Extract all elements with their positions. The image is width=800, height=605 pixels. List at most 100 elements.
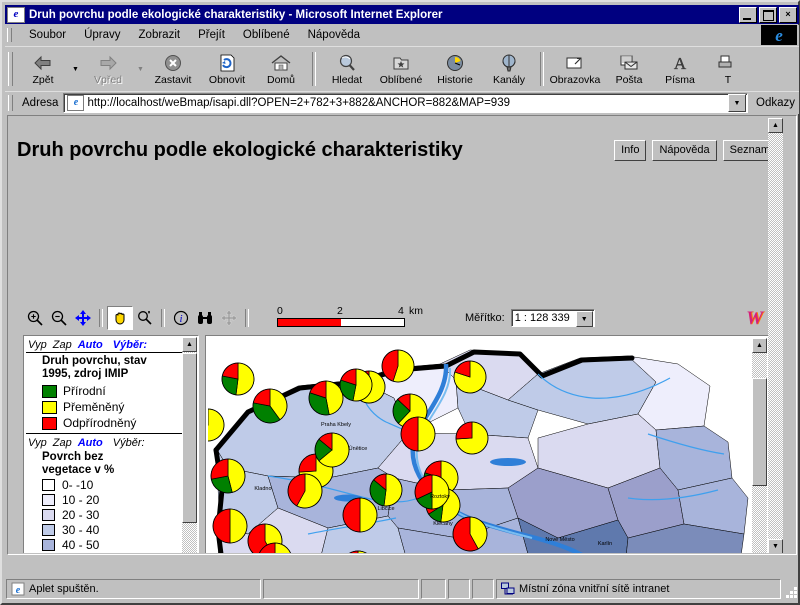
page-scroll-up-button[interactable]: ▲: [768, 118, 783, 133]
legend-on-toggle[interactable]: Zap: [53, 339, 72, 351]
find-tool[interactable]: [193, 307, 217, 329]
toolbar-grip[interactable]: [8, 52, 13, 86]
scale-value: 1 : 128 339: [514, 312, 570, 324]
status-cell-3: [421, 579, 446, 599]
legend-label-30-40: 30 - 40: [62, 523, 100, 537]
toolbar-print-button[interactable]: T: [704, 49, 752, 89]
status-applet-cell: e Aplet spuštěn.: [6, 579, 261, 599]
address-label: Adresa: [22, 97, 59, 109]
legend-scroll-thumb[interactable]: [182, 353, 197, 523]
legend-scroll-up-button[interactable]: ▲: [182, 337, 197, 352]
status-zone-cell: Místní zóna vnitřní sítě intranet: [496, 579, 781, 599]
toolbar-refresh-button[interactable]: Obnovit: [200, 49, 254, 89]
toolbar-mail-button[interactable]: Pošta: [602, 49, 656, 89]
legend2-off-toggle[interactable]: Vyp: [28, 437, 47, 449]
address-input[interactable]: e http://localhost/weBmap/isapi.dll?OPEN…: [63, 93, 748, 113]
info-button[interactable]: Info: [614, 139, 647, 161]
pan-tool[interactable]: [71, 307, 95, 329]
network-zone-icon: [501, 582, 515, 596]
toolbar-fullscreen-button[interactable]: Obrazovka: [548, 49, 602, 89]
legend-panel: Vyp Zap Auto Výběr: Druh povrchu, stav 1…: [23, 335, 199, 553]
menu-item-napoveda[interactable]: Nápověda: [299, 27, 369, 43]
legend-content: Vyp Zap Auto Výběr: Druh povrchu, stav 1…: [26, 338, 184, 553]
refresh-icon: [216, 53, 238, 73]
fullscreen-icon: [564, 53, 586, 73]
minimize-button[interactable]: [739, 6, 757, 23]
legend2-auto-toggle[interactable]: Auto: [78, 437, 103, 449]
toolbar-history-button[interactable]: Historie: [428, 49, 482, 89]
forward-dropdown-arrow-icon[interactable]: ▼: [135, 49, 146, 89]
toolbar-stop-button[interactable]: Zastavit: [146, 49, 200, 89]
svg-text:Kladno: Kladno: [254, 486, 271, 492]
menu-item-upravy[interactable]: Úpravy: [75, 27, 129, 43]
menu-item-prejit[interactable]: Přejít: [189, 27, 234, 43]
menu-bar: Soubor Úpravy Zobrazit Přejít Oblíbené N…: [5, 25, 799, 46]
toolbar-back-button[interactable]: Zpět: [16, 49, 70, 89]
map-toolbar-separator-3: [245, 309, 249, 327]
legend-item[interactable]: Odpřírodněný: [26, 415, 184, 431]
back-dropdown-arrow-icon[interactable]: ▼: [70, 49, 81, 89]
toolbar-forward-button[interactable]: Vpřed: [81, 49, 135, 89]
address-dropdown-icon[interactable]: ▼: [728, 94, 746, 112]
toolbar-channels-button[interactable]: Kanály: [482, 49, 536, 89]
toolbar-favorites-button[interactable]: Oblíbené: [374, 49, 428, 89]
scalebar-tick-2: 4: [398, 305, 404, 317]
toolbar-mail-label: Pošta: [615, 73, 643, 86]
legend-item[interactable]: Přeměněný: [26, 399, 184, 415]
scale-select[interactable]: 1 : 128 339 ▼: [510, 309, 595, 327]
move-tool-disabled[interactable]: [217, 307, 241, 329]
toolbar-separator-2: [540, 52, 544, 86]
address-grip[interactable]: [8, 95, 13, 111]
map-viewport[interactable]: Praha Kbely Kladno Únětice Libčice Roztoky Kl…: [208, 338, 752, 553]
legend-item[interactable]: 40 - 50: [26, 538, 184, 553]
legend2-on-toggle[interactable]: Zap: [53, 437, 72, 449]
zoom-select-tool[interactable]: [133, 307, 157, 329]
history-clock-icon: [444, 53, 466, 73]
legend-item[interactable]: 0- -10: [26, 478, 184, 493]
legend-scrollbar[interactable]: ▲ ▼: [182, 337, 197, 553]
toolbar-forward-label: Vpřed: [93, 73, 123, 86]
page-header: Druh povrchu podle ekologické charakteri…: [17, 133, 777, 167]
map-scroll-up-button[interactable]: ▲: [752, 338, 767, 353]
legend-swatch-10-20: [42, 494, 55, 506]
svg-text:Praha Kbely: Praha Kbely: [321, 422, 351, 428]
chevron-down-icon[interactable]: ▼: [575, 311, 593, 327]
map-graphic: Praha Kbely Kladno Únětice Libčice Roztoky Kl…: [208, 338, 752, 553]
legend2-select-link[interactable]: Výběr:: [113, 437, 145, 449]
toolbar-separator: [312, 52, 316, 86]
legend-off-toggle[interactable]: Vyp: [28, 339, 47, 351]
status-cell-4: [448, 579, 470, 599]
legend-select-link[interactable]: Výběr:: [113, 339, 147, 351]
ie-icon: e: [11, 582, 25, 596]
legend-auto-toggle[interactable]: Auto: [78, 339, 103, 351]
menu-item-oblibene[interactable]: Oblíbené: [234, 27, 299, 43]
help-button[interactable]: Nápověda: [652, 139, 717, 161]
map-vscroll-thumb[interactable]: [752, 378, 767, 486]
zoom-in-tool[interactable]: [23, 307, 47, 329]
map-vertical-scrollbar[interactable]: ▲ ▼: [752, 338, 767, 553]
links-label[interactable]: Odkazy: [748, 97, 799, 109]
info-tool[interactable]: i: [169, 307, 193, 329]
legend-item[interactable]: 10 - 20: [26, 493, 184, 508]
menu-item-zobrazit[interactable]: Zobrazit: [130, 27, 190, 43]
window-icon: e: [7, 6, 25, 23]
legend-label-40-50: 40 - 50: [62, 538, 100, 552]
maximize-button[interactable]: [759, 6, 777, 23]
hand-tool[interactable]: [107, 306, 133, 330]
legend-item[interactable]: 30 - 40: [26, 523, 184, 538]
zoom-out-tool[interactable]: [47, 307, 71, 329]
close-button[interactable]: ×: [779, 6, 797, 23]
map-toolbar-separator-2: [161, 309, 165, 327]
resize-grip[interactable]: [784, 585, 798, 599]
toolbar-home-button[interactable]: Domů: [254, 49, 308, 89]
page-scroll-track[interactable]: [768, 133, 783, 539]
legend-item[interactable]: 20 - 30: [26, 508, 184, 523]
page-scroll-down-button[interactable]: ▼: [768, 539, 783, 553]
menu-item-soubor[interactable]: Soubor: [20, 27, 75, 43]
page-scrollbar[interactable]: ▲ ▼: [768, 118, 783, 553]
scale-label: Měřítko:: [465, 312, 505, 324]
legend-item[interactable]: Přírodní: [26, 383, 184, 399]
toolbar-fonts-button[interactable]: A Písma: [656, 49, 704, 89]
toolbar-search-button[interactable]: Hledat: [320, 49, 374, 89]
legend-label-denatured: Odpřírodněný: [63, 416, 137, 430]
